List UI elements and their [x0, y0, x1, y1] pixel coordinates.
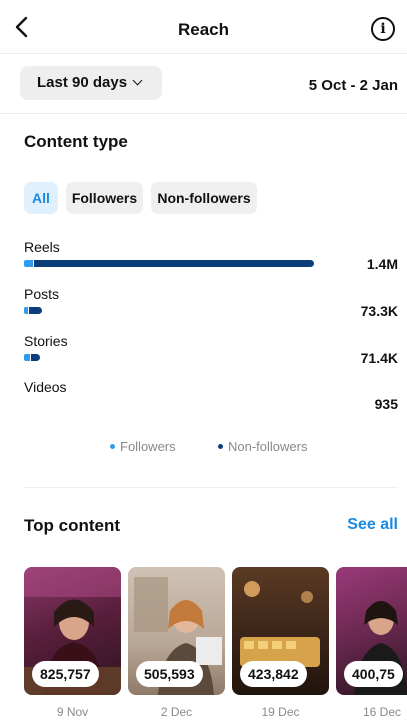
- reach-count: 423,842: [240, 661, 307, 687]
- top-bar: Reach i: [0, 0, 407, 54]
- top-content-thumbnail[interactable]: 400,75: [336, 567, 407, 695]
- date-range-row: Last 90 days 5 Oct - 2 Jan: [0, 54, 407, 114]
- metric-value: 935: [374, 396, 398, 412]
- metric-value: 1.4M: [366, 256, 398, 272]
- post-date: 9 Nov: [56, 705, 89, 719]
- non-followers-bar-segment: [34, 260, 314, 267]
- metric-value: 73.3K: [360, 303, 398, 319]
- legend-non-followers-label: Non-followers: [228, 439, 308, 454]
- date-range-dropdown[interactable]: Last 90 days: [20, 66, 162, 100]
- info-button[interactable]: i: [371, 17, 395, 41]
- top-content-thumbnail[interactable]: 423,842: [232, 567, 329, 695]
- top-content-thumbnail[interactable]: 825,757: [24, 567, 121, 695]
- date-range-text: 5 Oct - 2 Jan: [308, 77, 398, 94]
- top-content-title: Top content: [24, 516, 120, 535]
- metric-label: Reels: [24, 239, 60, 255]
- followers-bar-segment: [24, 354, 30, 361]
- page-title: Reach: [177, 20, 230, 39]
- non-followers-bar-segment: [29, 307, 42, 314]
- chevron-down-icon: [132, 75, 143, 86]
- metric-label: Videos: [24, 379, 67, 395]
- metric-label: Posts: [24, 286, 60, 302]
- metric-label: Stories: [24, 333, 68, 349]
- post-date: 19 Dec: [261, 705, 300, 719]
- see-all-link[interactable]: See all: [347, 516, 398, 534]
- non-followers-dot-icon: [218, 444, 223, 449]
- followers-bar-segment: [24, 260, 33, 267]
- content-type-title: Content type: [24, 132, 128, 151]
- filter-chip-non-followers[interactable]: Non-followers: [151, 182, 257, 214]
- non-followers-bar-segment: [31, 354, 40, 361]
- post-date: 16 Dec: [363, 705, 402, 719]
- followers-bar-segment: [24, 307, 28, 314]
- top-content-thumbnail[interactable]: 505,593: [128, 567, 225, 695]
- legend-followers-label: Followers: [120, 439, 176, 454]
- legend-non-followers: Non-followers: [218, 439, 307, 454]
- followers-dot-icon: [110, 444, 115, 449]
- reach-count: 400,75: [344, 661, 403, 687]
- post-date: 2 Dec: [160, 705, 193, 719]
- reach-count: 505,593: [136, 661, 203, 687]
- date-range-label: Last 90 days: [37, 74, 128, 91]
- filter-chip-all[interactable]: All: [24, 182, 58, 214]
- legend-followers: Followers: [110, 439, 176, 454]
- info-icon: i: [380, 21, 386, 37]
- section-divider: [24, 487, 398, 488]
- reach-count: 825,757: [32, 661, 99, 687]
- metric-value: 71.4K: [360, 350, 398, 366]
- filter-chip-followers[interactable]: Followers: [66, 182, 143, 214]
